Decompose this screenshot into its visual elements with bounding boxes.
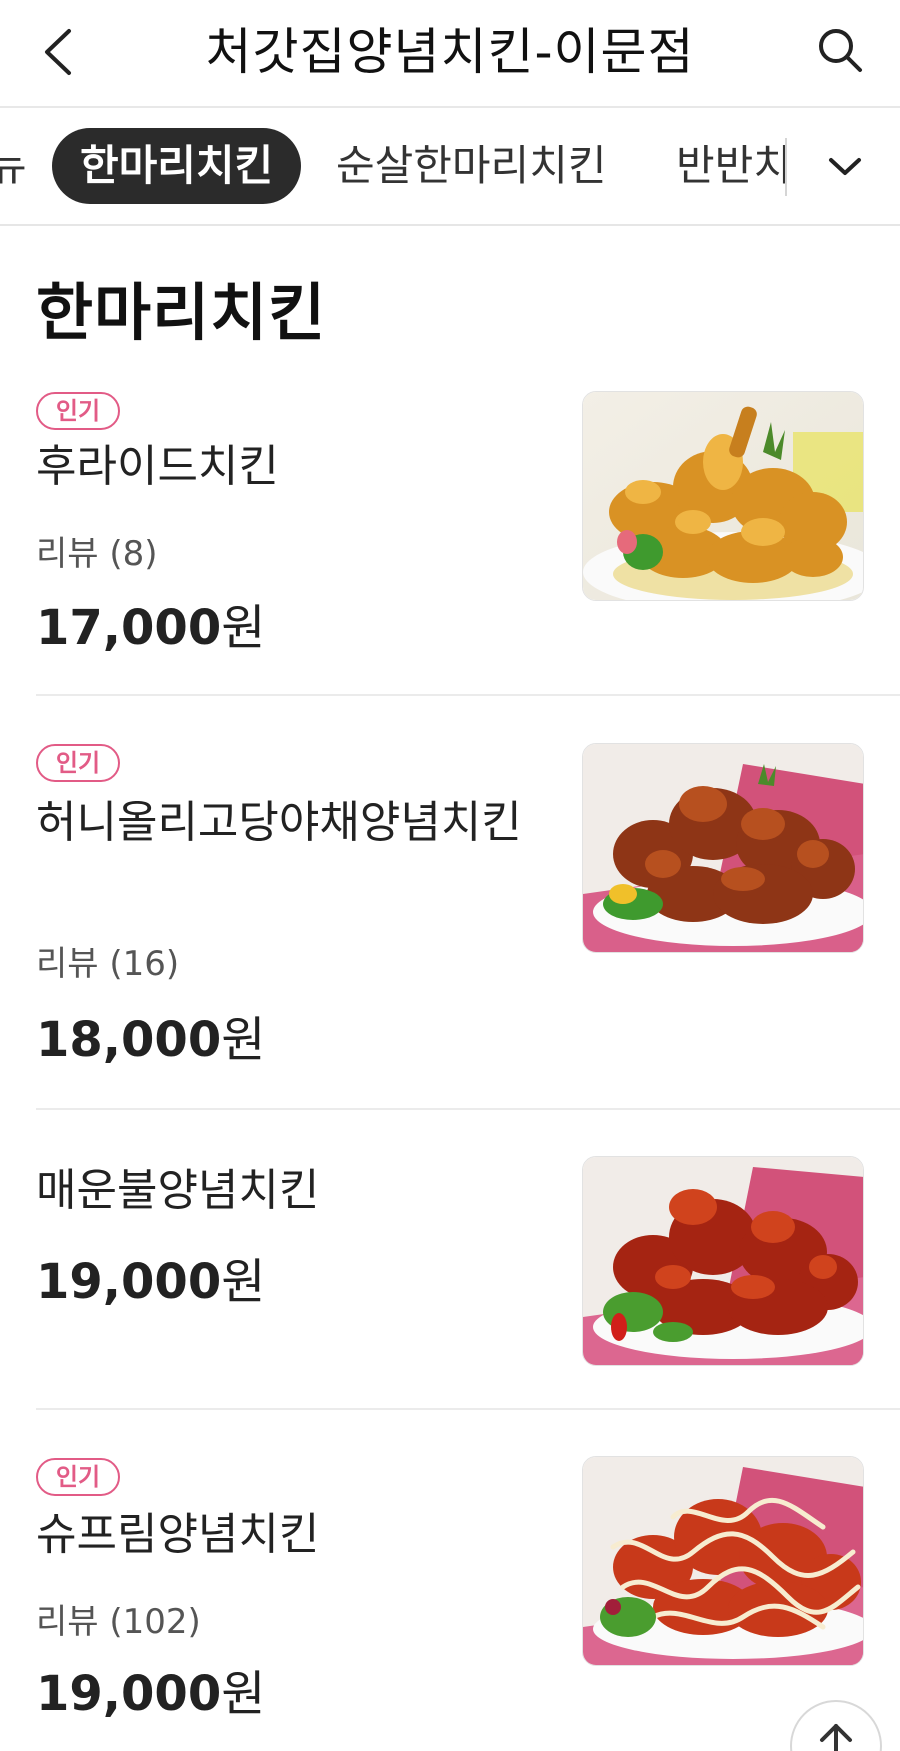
tab-track[interactable]: 뉴 한마리치킨 순살한마리치킨 반반치 <box>0 108 785 224</box>
tab-active[interactable]: 한마리치킨 <box>52 128 302 204</box>
menu-item[interactable]: 인기 후라이드치킨 리뷰 (8) 17,000원 <box>36 388 900 696</box>
menu-item-name: 슈프림양념치킨 <box>36 1509 320 1560</box>
app-header: 처갓집양념치킨-이문점 <box>0 0 900 108</box>
section-title: 한마리치킨 <box>36 276 327 349</box>
divider <box>36 1408 900 1410</box>
popular-badge: 인기 <box>36 1458 120 1496</box>
category-tabs: 뉴 한마리치킨 순살한마리치킨 반반치 <box>0 108 900 226</box>
menu-item[interactable]: 매운불양념치킨 19,000원 <box>36 1150 900 1410</box>
popular-badge: 인기 <box>36 392 120 430</box>
divider <box>36 1108 900 1110</box>
menu-item-price: 19,000원 <box>36 1666 266 1722</box>
expand-categories-button[interactable] <box>810 132 880 202</box>
chevron-left-icon <box>45 29 71 75</box>
menu-item-name: 매운불양념치킨 <box>36 1165 320 1216</box>
menu-item-price: 17,000원 <box>36 600 266 656</box>
chevron-down-icon <box>829 158 861 175</box>
page-title: 처갓집양념치킨-이문점 <box>205 23 695 81</box>
search-icon <box>819 29 862 72</box>
menu-item-image <box>582 1156 864 1366</box>
menu-item-image <box>582 391 864 601</box>
menu-item-price: 18,000원 <box>36 1012 266 1068</box>
review-count: 리뷰 (102) <box>36 1602 201 1642</box>
menu-item-price: 19,000원 <box>36 1254 266 1310</box>
menu-item-name: 후라이드치킨 <box>36 441 279 492</box>
divider <box>36 694 900 696</box>
tab-divider <box>785 138 787 196</box>
review-count: 리뷰 (8) <box>36 534 158 574</box>
menu-item-image <box>582 743 864 953</box>
search-button[interactable] <box>810 20 870 80</box>
menu-item[interactable]: 인기 허니올리고당야채양념치킨 리뷰 (16) 18,000원 <box>36 738 900 1110</box>
review-count: 리뷰 (16) <box>36 944 180 984</box>
back-button[interactable] <box>34 22 82 82</box>
arrow-up-icon <box>820 1724 852 1751</box>
menu-item[interactable]: 인기 슈프림양념치킨 리뷰 (102) 19,000원 <box>36 1454 900 1751</box>
tab-half-half[interactable]: 반반치 <box>676 128 785 204</box>
menu-item-name: 허니올리고당야채양념치킨 <box>36 797 522 848</box>
popular-badge: 인기 <box>36 744 120 782</box>
tab-boneless[interactable]: 순살한마리치킨 <box>336 128 606 204</box>
menu-item-image <box>582 1456 864 1666</box>
tab-previous[interactable]: 뉴 <box>0 128 27 204</box>
